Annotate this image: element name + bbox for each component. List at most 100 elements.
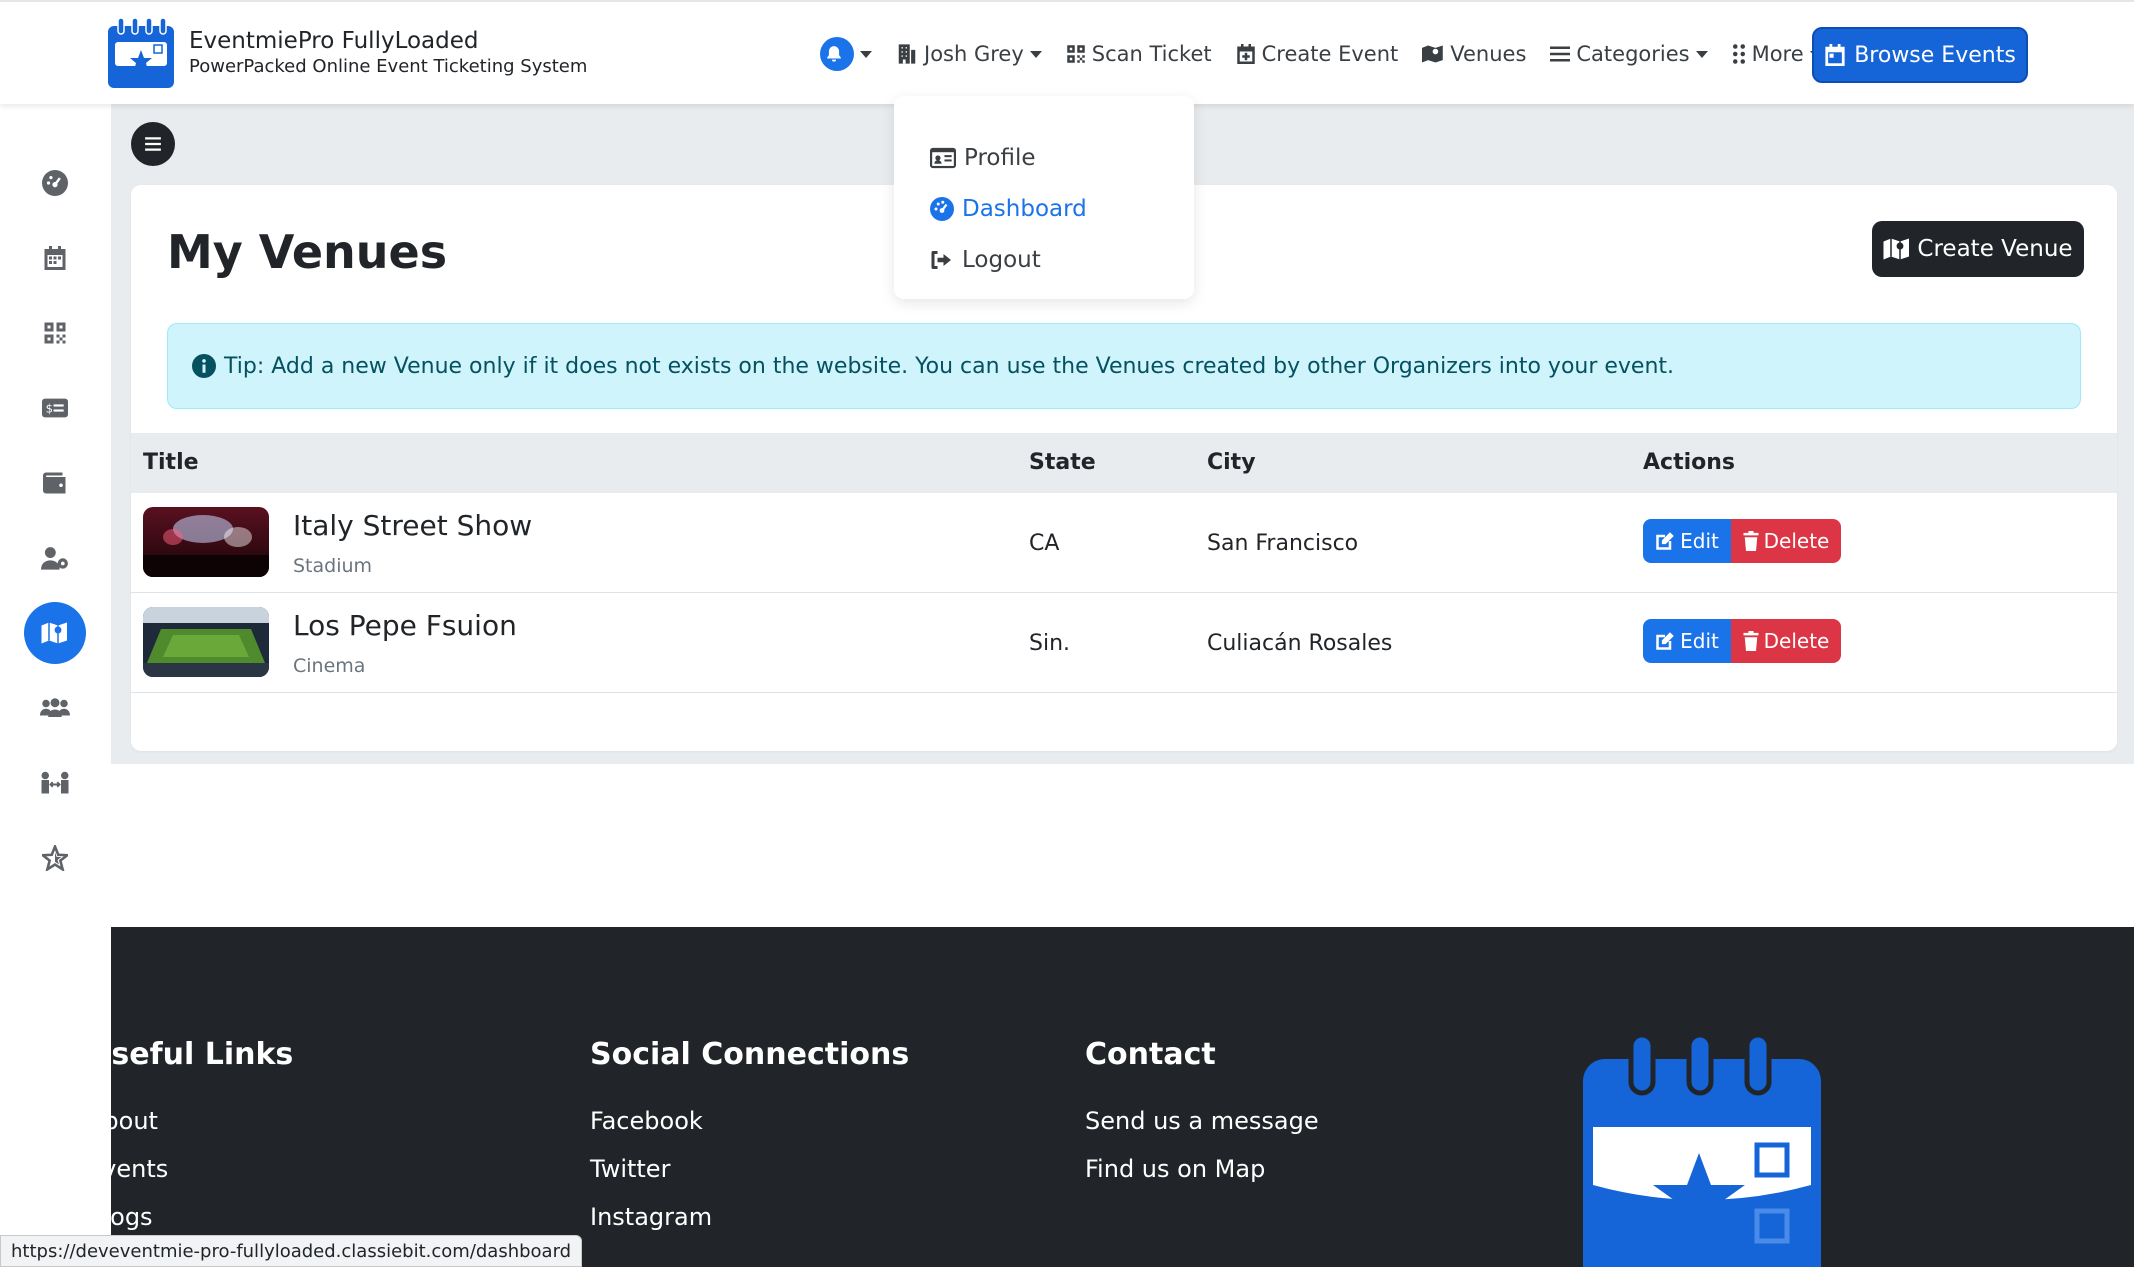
venue-state: CA xyxy=(1029,531,1060,556)
venues-link[interactable]: Venues xyxy=(1422,26,1526,82)
user-dropdown-menu: Profile Dashboard Logout xyxy=(894,96,1194,299)
edit-icon xyxy=(1656,632,1674,650)
table-row: Italy Street Show Stadium CA San Francis… xyxy=(131,493,2117,593)
table-header: Title State City Actions xyxy=(131,433,2117,493)
sidebar-toggle-button[interactable] xyxy=(131,122,175,166)
venue-state: Sin. xyxy=(1029,631,1071,656)
gauge-icon xyxy=(42,170,68,196)
chevron-down-icon xyxy=(1029,50,1042,58)
sidebar-item-users[interactable] xyxy=(24,527,86,589)
venues-table: Title State City Actions Italy Street Sh… xyxy=(131,433,2117,693)
edit-label: Edit xyxy=(1680,629,1719,653)
sidebar-item-organizers[interactable] xyxy=(24,752,86,814)
hamburger-icon xyxy=(145,137,161,151)
list-icon xyxy=(1550,46,1571,62)
menu-item-logout[interactable]: Logout xyxy=(894,234,1194,285)
footer-link-about[interactable]: About xyxy=(111,1107,293,1155)
create-venue-button[interactable]: Create Venue xyxy=(1872,221,2084,277)
info-circle-icon xyxy=(192,354,216,378)
footer-social: Social Connections Facebook Twitter Inst… xyxy=(590,1037,909,1251)
chevron-down-icon xyxy=(1695,50,1708,58)
sidebar-item-reviews[interactable] xyxy=(24,827,86,889)
brand[interactable]: EventmiePro FullyLoaded PowerPacked Onli… xyxy=(106,16,587,90)
user-name: Josh Grey xyxy=(924,42,1024,66)
browse-events-label: Browse Events xyxy=(1854,42,2016,68)
edit-button[interactable]: Edit xyxy=(1643,619,1731,663)
footer-link-twitter[interactable]: Twitter xyxy=(590,1155,909,1203)
table-row: Los Pepe Fsuion Cinema Sin. Culiacán Ros… xyxy=(131,593,2117,693)
money-card-icon: $ xyxy=(42,398,68,418)
people-arrows-icon xyxy=(41,771,69,794)
sidebar-item-dashboard[interactable] xyxy=(24,152,86,214)
footer-link-events[interactable]: Events xyxy=(111,1155,293,1203)
chevron-down-icon xyxy=(860,50,872,58)
calendar-plus-icon xyxy=(1236,44,1255,64)
edit-icon xyxy=(1656,532,1674,550)
brand-logo-icon xyxy=(108,17,174,88)
more-menu[interactable]: More xyxy=(1732,26,1822,82)
edit-label: Edit xyxy=(1680,529,1719,553)
tip-text: Tip: Add a new Venue only if it does not… xyxy=(224,353,1675,379)
footer-contact: Contact Send us a message Find us on Map xyxy=(1085,1037,1319,1203)
scan-ticket-label: Scan Ticket xyxy=(1091,42,1212,66)
venue-title[interactable]: Los Pepe Fsuion xyxy=(293,609,517,642)
sidebar-item-venues[interactable] xyxy=(24,602,86,664)
categories-menu[interactable]: Categories xyxy=(1550,26,1708,82)
column-header-city: City xyxy=(1207,450,1256,475)
venue-thumbnail xyxy=(143,507,269,577)
notifications-menu[interactable] xyxy=(820,26,872,82)
page-title: My Venues xyxy=(167,225,448,279)
column-header-actions: Actions xyxy=(1643,450,1735,475)
sidebar-item-bookings[interactable]: $ xyxy=(24,377,86,439)
calendar-icon xyxy=(44,246,66,270)
venue-type: Cinema xyxy=(293,655,366,677)
edit-button[interactable]: Edit xyxy=(1643,519,1731,563)
footer-link-facebook[interactable]: Facebook xyxy=(590,1107,909,1155)
sidebar-item-events[interactable] xyxy=(24,227,86,289)
building-icon xyxy=(898,44,916,64)
create-event-label: Create Event xyxy=(1261,42,1399,66)
top-navbar: EventmiePro FullyLoaded PowerPacked Onli… xyxy=(0,0,2134,104)
delete-button[interactable]: Delete xyxy=(1731,519,1841,563)
footer-link-map[interactable]: Find us on Map xyxy=(1085,1155,1319,1203)
footer-heading: Social Connections xyxy=(590,1037,910,1072)
footer: Useful Links About Events Blogs Social C… xyxy=(111,927,2134,1267)
sidebar-item-wallet[interactable] xyxy=(24,452,86,514)
qrcode-icon xyxy=(1067,45,1085,63)
column-header-title: Title xyxy=(143,450,199,475)
footer-heading: Contact xyxy=(1085,1037,1216,1072)
trash-icon xyxy=(1743,631,1759,651)
menu-item-profile[interactable]: Profile xyxy=(894,132,1194,183)
create-event-link[interactable]: Create Event xyxy=(1236,26,1399,82)
scan-ticket-link[interactable]: Scan Ticket xyxy=(1066,26,1212,82)
browser-status-url: https://deveventmie-pro-fullyloaded.clas… xyxy=(0,1235,583,1267)
footer-link-message[interactable]: Send us a message xyxy=(1085,1107,1319,1155)
create-venue-label: Create Venue xyxy=(1917,236,2073,262)
venue-title[interactable]: Italy Street Show xyxy=(293,509,532,542)
menu-item-label: Profile xyxy=(964,144,1036,171)
venue-city: San Francisco xyxy=(1207,531,1359,556)
delete-button[interactable]: Delete xyxy=(1731,619,1841,663)
tip-alert: Tip: Add a new Venue only if it does not… xyxy=(167,323,2081,409)
footer-link-instagram[interactable]: Instagram xyxy=(590,1203,909,1251)
gauge-icon xyxy=(930,196,954,221)
trash-icon xyxy=(1743,531,1759,551)
browse-events-button[interactable]: Browse Events xyxy=(1812,27,2028,83)
venue-type: Stadium xyxy=(293,555,373,577)
venue-thumbnail xyxy=(143,607,269,677)
menu-item-dashboard[interactable]: Dashboard xyxy=(894,183,1194,234)
footer-heading: Useful Links xyxy=(111,1037,294,1072)
bell-icon xyxy=(820,37,854,71)
svg-text:$: $ xyxy=(46,401,53,415)
categories-label: Categories xyxy=(1576,42,1690,66)
sidebar-item-attendees[interactable] xyxy=(24,677,86,739)
user-menu[interactable]: Josh Grey xyxy=(896,26,1042,82)
delete-label: Delete xyxy=(1763,629,1830,653)
main-nav: Josh Grey Scan Ticket Create Event Venue… xyxy=(820,26,1846,82)
brand-name: EventmiePro FullyLoaded xyxy=(189,28,479,54)
qrcode-icon xyxy=(44,322,66,344)
column-header-state: State xyxy=(1029,450,1096,475)
wallet-icon xyxy=(43,472,66,494)
menu-item-label: Logout xyxy=(962,246,1041,273)
sidebar-item-scan[interactable] xyxy=(24,302,86,364)
